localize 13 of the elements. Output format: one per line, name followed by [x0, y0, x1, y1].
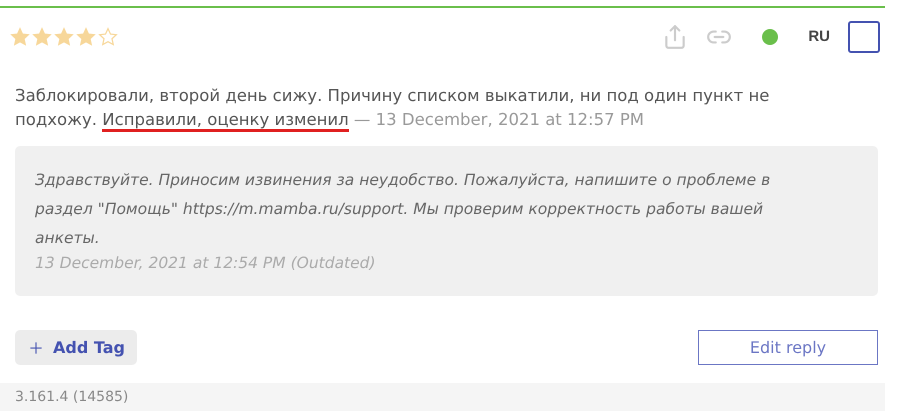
reply-date: 13 December, 2021 at 12:54 PM (Outdated)	[35, 253, 377, 274]
star-icon	[32, 26, 52, 47]
add-tag-button[interactable]: Add Tag	[15, 330, 137, 365]
star-icon	[76, 26, 96, 47]
checkbox[interactable]	[848, 20, 880, 53]
language-label: RU	[808, 28, 830, 46]
version-label: 3.161.4 (14585)	[0, 383, 885, 411]
reply-text: Здравствуйте. Приносим извинения за неудобство. Пожалуйста, напишите о проблеме в раздел "Помощь" https://m.mamba.ru/support. Мы проверим корректность работы вашей анкеты.	[35, 170, 772, 250]
star-icon	[54, 26, 74, 47]
star-icon	[10, 26, 30, 47]
star-icon	[98, 26, 118, 47]
review-text: Заблокировали, второй день сижу. Причину списком выкатили, ни под один пункт не подхожу. Исправили, оценку изменил — 13 December, 2021 at 12:57 PM	[15, 84, 830, 132]
edit-reply-button[interactable]: Edit reply	[698, 330, 878, 365]
